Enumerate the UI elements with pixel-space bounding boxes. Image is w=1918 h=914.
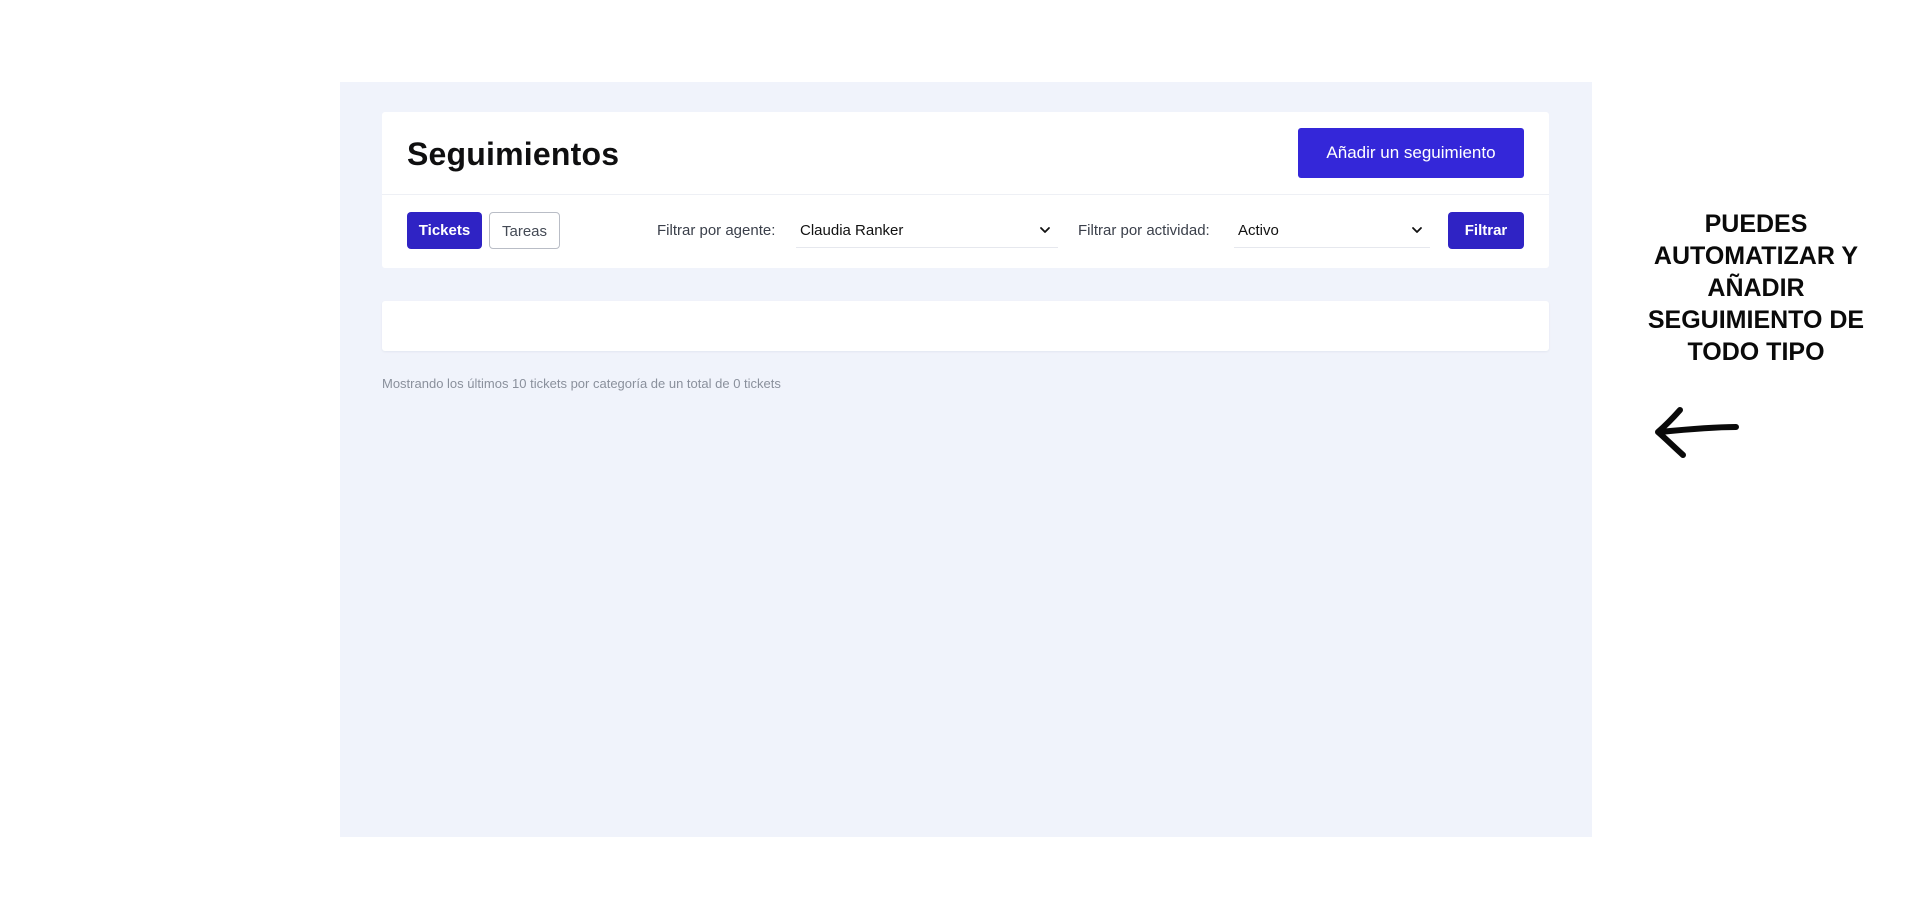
- activity-select-value: Activo: [1238, 222, 1279, 239]
- results-panel: [382, 301, 1549, 351]
- arrow-left-icon: [1655, 407, 1739, 458]
- agent-filter-label: Filtrar por agente:: [657, 222, 776, 239]
- promo-text: PUEDES AUTOMATIZAR Y AÑADIR SEGUIMIENTO …: [1647, 210, 1865, 366]
- agent-select[interactable]: Claudia Ranker: [796, 214, 1058, 248]
- tab-tickets[interactable]: Tickets: [407, 212, 482, 249]
- results-summary: Mostrando los últimos 10 tickets por cat…: [382, 376, 781, 391]
- app-frame: Seguimientos Añadir un seguimiento Ticke…: [340, 82, 1592, 837]
- add-follow-up-button[interactable]: Añadir un seguimiento: [1298, 128, 1524, 178]
- header-top: Seguimientos Añadir un seguimiento: [382, 112, 1549, 195]
- filter-bar: Tickets Tareas Filtrar por agente: Claud…: [382, 195, 1549, 268]
- header-card: Seguimientos Añadir un seguimiento Ticke…: [382, 112, 1549, 268]
- chevron-down-icon: [1412, 227, 1422, 233]
- activity-select[interactable]: Activo: [1234, 214, 1430, 248]
- chevron-down-icon: [1040, 227, 1050, 233]
- tab-tareas[interactable]: Tareas: [489, 212, 560, 249]
- agent-select-value: Claudia Ranker: [800, 222, 904, 239]
- activity-filter-label: Filtrar por actividad:: [1078, 222, 1210, 239]
- page-title: Seguimientos: [407, 136, 620, 172]
- filter-button[interactable]: Filtrar: [1448, 212, 1524, 249]
